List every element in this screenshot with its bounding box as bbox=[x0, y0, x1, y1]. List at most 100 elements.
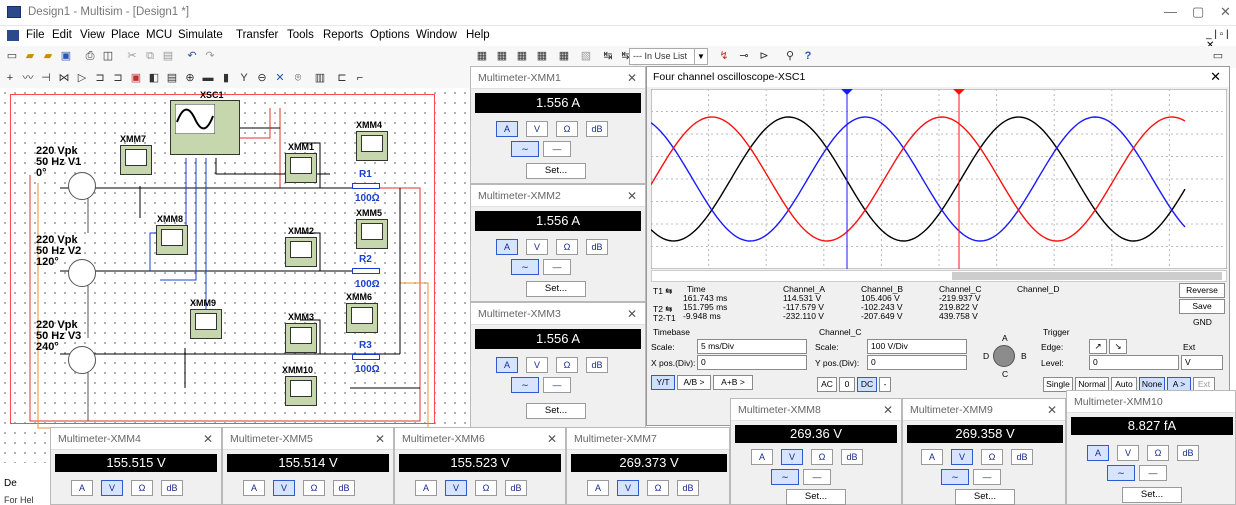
menu-simulate[interactable]: Simulate bbox=[178, 29, 223, 41]
voltmeter-button[interactable]: V bbox=[617, 480, 639, 496]
ac-wave-icon[interactable]: ∼ bbox=[511, 259, 539, 275]
spreadsheet-icon[interactable]: ▦ bbox=[495, 49, 509, 63]
db-button[interactable]: dB bbox=[586, 239, 608, 255]
new-icon[interactable]: ▭ bbox=[5, 49, 19, 63]
voltmeter-button[interactable]: V bbox=[101, 480, 123, 496]
erc-icon[interactable]: ▧ bbox=[579, 49, 593, 63]
restore-icon[interactable]: ▢ bbox=[1192, 4, 1204, 20]
timebase-scale-field[interactable]: 5 ms/Div bbox=[697, 339, 807, 354]
meter-xmm4[interactable] bbox=[356, 131, 388, 161]
oscilloscope-symbol[interactable] bbox=[170, 100, 240, 155]
db-button[interactable]: dB bbox=[841, 449, 863, 465]
reverse-button[interactable]: Reverse bbox=[1179, 283, 1225, 298]
place-transistor-icon[interactable]: ⋈ bbox=[57, 71, 71, 85]
component-wizard-icon[interactable]: ▦ bbox=[535, 49, 549, 63]
menu-place[interactable]: Place bbox=[111, 29, 140, 41]
close-icon[interactable]: ✕ bbox=[1210, 69, 1221, 85]
gnd-label[interactable]: GND bbox=[1193, 317, 1212, 327]
ac-wave-icon[interactable]: ∼ bbox=[941, 469, 969, 485]
menu-edit[interactable]: Edit bbox=[52, 29, 72, 41]
meter-xmm7[interactable] bbox=[120, 145, 152, 175]
save-button[interactable]: Save bbox=[1179, 299, 1225, 314]
invert-button[interactable]: - bbox=[879, 377, 891, 392]
place-basic-icon[interactable]: 〰 bbox=[21, 71, 35, 85]
meter-xmm2[interactable] bbox=[285, 237, 317, 267]
place-advanced-icon[interactable]: ▮ bbox=[219, 71, 233, 85]
place-analog-icon[interactable]: ▷ bbox=[75, 71, 89, 85]
place-wire-icon[interactable]: ⌐ bbox=[353, 71, 367, 85]
place-mcu-icon[interactable]: ▣ bbox=[129, 71, 143, 85]
meter-xmm1[interactable] bbox=[285, 153, 317, 183]
place-mixed-icon[interactable]: ◧ bbox=[147, 71, 161, 85]
measure-probe-icon[interactable]: ⊸ bbox=[737, 49, 751, 63]
ohmmeter-button[interactable]: Ω bbox=[1147, 445, 1169, 461]
set-button[interactable]: Set... bbox=[526, 403, 586, 419]
meter-xmm8[interactable] bbox=[156, 225, 188, 255]
menu-tools[interactable]: Tools bbox=[287, 29, 314, 41]
ammeter-button[interactable]: A bbox=[496, 357, 518, 373]
dc-line-icon[interactable]: — bbox=[543, 377, 571, 393]
ammeter-button[interactable]: A bbox=[243, 480, 265, 496]
ammeter-button[interactable]: A bbox=[496, 121, 518, 137]
cut-icon[interactable]: ✂ bbox=[125, 49, 139, 63]
ammeter-button[interactable]: A bbox=[1087, 445, 1109, 461]
voltmeter-button[interactable]: V bbox=[526, 357, 548, 373]
trigger-unit-field[interactable]: V bbox=[1181, 355, 1223, 370]
probe-icon[interactable]: ↯ bbox=[717, 49, 731, 63]
open-sample-icon[interactable]: ▰ bbox=[41, 49, 55, 63]
ammeter-button[interactable]: A bbox=[921, 449, 943, 465]
source-v2[interactable] bbox=[68, 259, 96, 287]
design-tab[interactable]: De bbox=[0, 478, 50, 492]
place-rf-icon[interactable]: Y bbox=[237, 71, 251, 85]
voltmeter-button[interactable]: V bbox=[781, 449, 803, 465]
set-button[interactable]: Set... bbox=[786, 489, 846, 505]
scrollbar-thumb[interactable] bbox=[952, 272, 1222, 280]
resistor-r1[interactable] bbox=[352, 183, 380, 189]
yt-button[interactable]: Y/T bbox=[651, 375, 675, 390]
ac-wave-icon[interactable]: ∼ bbox=[511, 377, 539, 393]
dc-line-icon[interactable]: — bbox=[973, 469, 1001, 485]
ammeter-button[interactable]: A bbox=[415, 480, 437, 496]
place-source-icon[interactable]: + bbox=[3, 71, 17, 85]
a-plus-b-button[interactable]: A+B > bbox=[713, 375, 753, 390]
ohmmeter-button[interactable]: Ω bbox=[556, 357, 578, 373]
zero-coupling-button[interactable]: 0 bbox=[839, 377, 855, 392]
db-button[interactable]: dB bbox=[677, 480, 699, 496]
menu-window[interactable]: Window bbox=[416, 29, 457, 41]
close-icon[interactable]: ✕ bbox=[375, 432, 385, 446]
dc-coupling-button[interactable]: DC bbox=[857, 377, 877, 392]
voltmeter-button[interactable]: V bbox=[526, 121, 548, 137]
document-icon[interactable] bbox=[7, 30, 19, 41]
redo-icon[interactable]: ↷ bbox=[203, 49, 217, 63]
postprocessor-icon[interactable]: ▦ bbox=[557, 49, 571, 63]
db-button[interactable]: dB bbox=[161, 480, 183, 496]
ohmmeter-button[interactable]: Ω bbox=[556, 121, 578, 137]
db-button[interactable]: dB bbox=[1177, 445, 1199, 461]
workspace-toggle-icon[interactable]: ▭ bbox=[1208, 49, 1228, 63]
menu-file[interactable]: File bbox=[26, 29, 45, 41]
place-diode-icon[interactable]: ⊣ bbox=[39, 71, 53, 85]
place-power-icon[interactable]: ⊕ bbox=[183, 71, 197, 85]
dc-line-icon[interactable]: — bbox=[543, 259, 571, 275]
close-icon[interactable]: ✕ bbox=[1220, 4, 1231, 20]
ypos-field[interactable]: 0 bbox=[867, 355, 967, 370]
grapher-icon[interactable]: ▦ bbox=[475, 49, 489, 63]
ac-wave-icon[interactable]: ∼ bbox=[511, 141, 539, 157]
cursor-arrows[interactable]: T1 ⇆ T2 ⇆ bbox=[653, 287, 672, 314]
minimize-icon[interactable]: — bbox=[1164, 4, 1177, 19]
xpos-field[interactable]: 0 bbox=[697, 355, 807, 370]
ohmmeter-button[interactable]: Ω bbox=[556, 239, 578, 255]
db-button[interactable]: dB bbox=[505, 480, 527, 496]
undo-icon[interactable]: ↶ bbox=[185, 49, 199, 63]
print-preview-icon[interactable]: ◫ bbox=[101, 49, 115, 63]
source-v1[interactable] bbox=[68, 172, 96, 200]
db-button[interactable]: dB bbox=[1011, 449, 1033, 465]
close-icon[interactable]: ✕ bbox=[547, 432, 557, 446]
open-icon[interactable]: ▰ bbox=[23, 49, 37, 63]
menu-mcu[interactable]: MCU bbox=[146, 29, 172, 41]
place-bus-icon[interactable]: ⊏ bbox=[335, 71, 349, 85]
menu-view[interactable]: View bbox=[80, 29, 105, 41]
channel-scale-field[interactable]: 100 V/Div bbox=[867, 339, 967, 354]
place-cmos-icon[interactable]: ⊐ bbox=[111, 71, 125, 85]
set-button[interactable]: Set... bbox=[955, 489, 1015, 505]
